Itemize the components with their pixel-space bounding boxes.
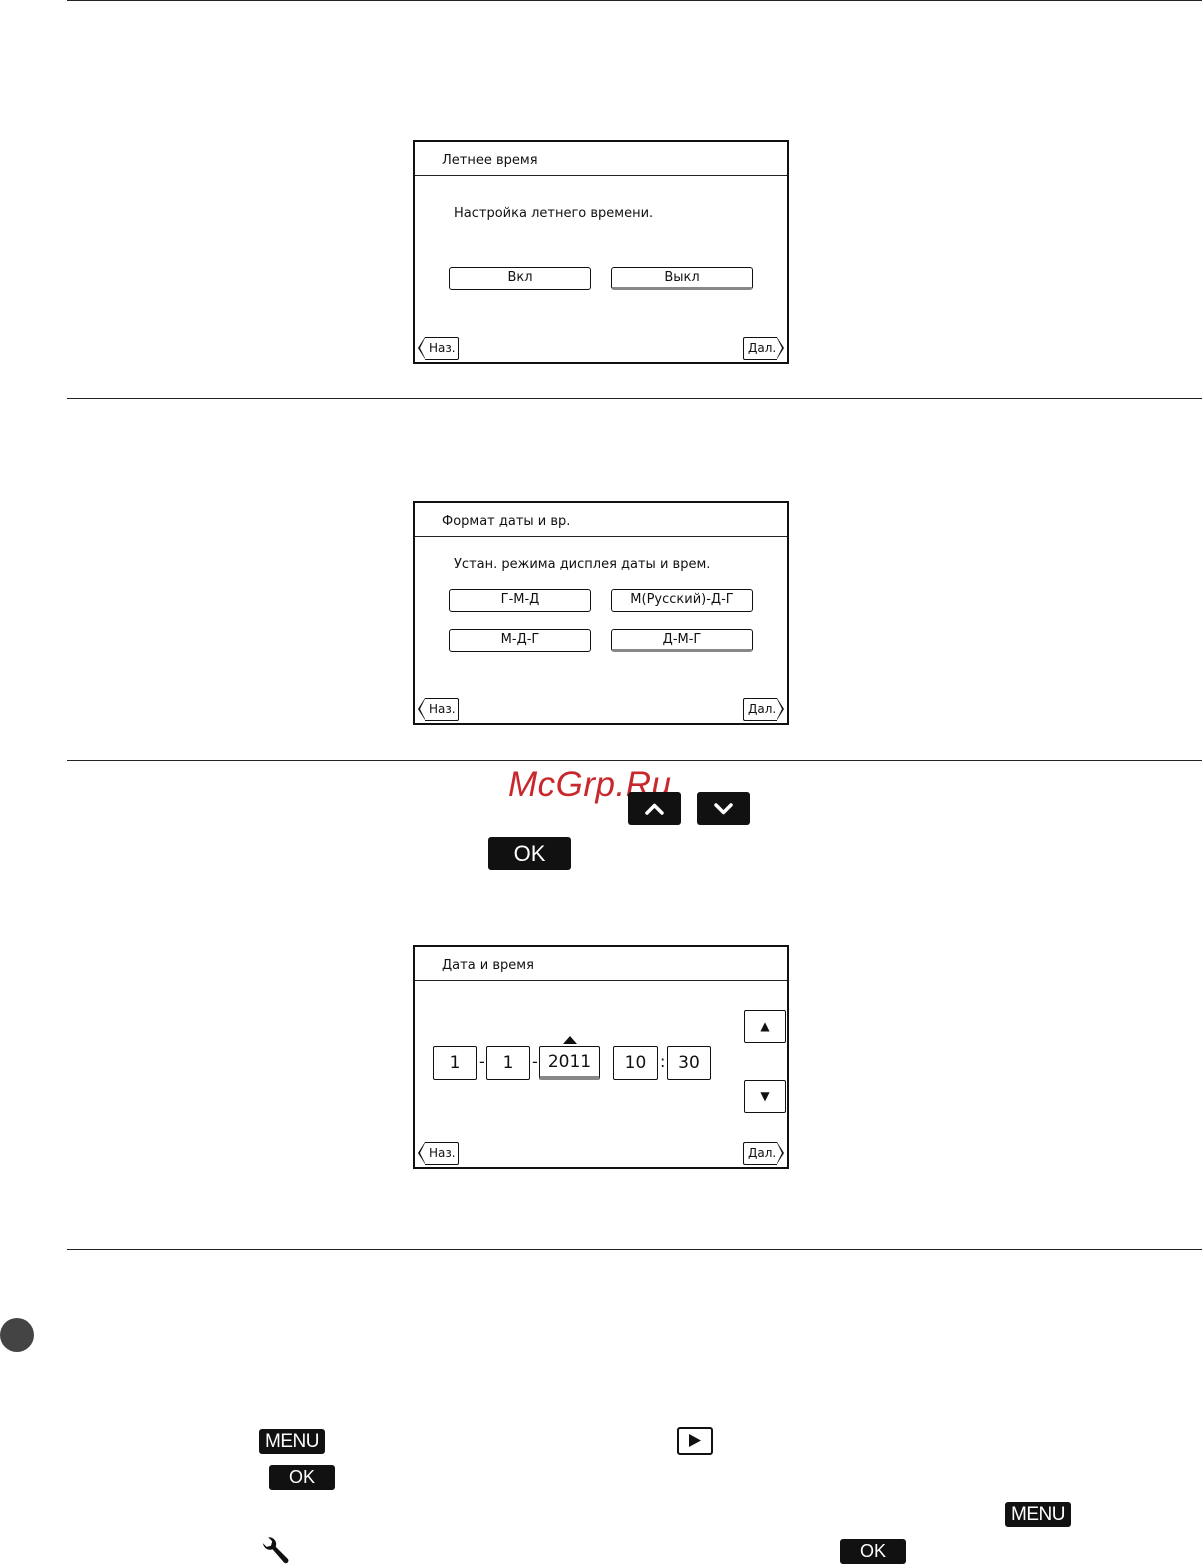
date-time-screen: Дата и время 1 - 1 - 2011 10 : 30 ▲ ▼ На… bbox=[413, 945, 789, 1169]
dst-off-button[interactable]: Выкл bbox=[611, 267, 753, 290]
year-field[interactable]: 2011 bbox=[539, 1046, 600, 1080]
back-button[interactable]: Наз. bbox=[418, 336, 459, 360]
decrement-button[interactable]: ▼ bbox=[744, 1080, 786, 1113]
menu-chip: MENU bbox=[259, 1429, 325, 1454]
format-mdy-button[interactable]: М-Д-Г bbox=[449, 629, 591, 652]
playback-button-icon bbox=[677, 1427, 713, 1455]
time-separator: : bbox=[660, 1052, 666, 1071]
chevron-up-chip bbox=[628, 792, 681, 825]
back-label: Наз. bbox=[429, 1146, 456, 1160]
date-format-title: Формат даты и вр. bbox=[415, 503, 787, 537]
date-format-prompt: Устан. режима дисплея даты и врем. bbox=[454, 557, 711, 572]
next-button[interactable]: Дал. bbox=[743, 336, 784, 360]
divider-3 bbox=[67, 1249, 1202, 1250]
format-ymd-button[interactable]: Г-М-Д bbox=[449, 589, 591, 612]
chevron-down-icon bbox=[714, 803, 733, 815]
chevron-down-chip bbox=[697, 792, 750, 825]
back-button[interactable]: Наз. bbox=[418, 1141, 459, 1165]
dst-prompt: Настройка летнего времени. bbox=[454, 206, 654, 221]
back-label: Наз. bbox=[429, 702, 456, 716]
step-marker bbox=[0, 1318, 34, 1352]
ok-chip-small: OK bbox=[269, 1465, 335, 1490]
ok-chip-small: OK bbox=[840, 1539, 906, 1564]
date-separator: - bbox=[479, 1052, 485, 1071]
next-label: Дал. bbox=[748, 1146, 777, 1160]
next-label: Дал. bbox=[748, 341, 777, 355]
minute-field[interactable]: 30 bbox=[667, 1046, 711, 1080]
format-dmy-button[interactable]: Д-М-Г bbox=[611, 629, 753, 652]
back-label: Наз. bbox=[429, 341, 456, 355]
back-button[interactable]: Наз. bbox=[418, 697, 459, 721]
hour-field[interactable]: 10 bbox=[613, 1046, 658, 1080]
wrench-icon bbox=[262, 1537, 289, 1564]
next-button[interactable]: Дал. bbox=[743, 1141, 784, 1165]
divider-1 bbox=[67, 398, 1202, 399]
dst-title: Летнее время bbox=[415, 142, 787, 176]
day-field[interactable]: 1 bbox=[433, 1046, 477, 1080]
date-time-title: Дата и время bbox=[415, 947, 787, 981]
date-format-screen: Формат даты и вр. Устан. режима дисплея … bbox=[413, 501, 789, 725]
date-separator: - bbox=[532, 1052, 538, 1071]
ok-chip: OK bbox=[488, 837, 571, 870]
format-mdy-ru-button[interactable]: М(Русский)-Д-Г bbox=[611, 589, 753, 612]
dst-screen: Летнее время Настройка летнего времени. … bbox=[413, 140, 789, 364]
play-icon bbox=[689, 1434, 701, 1447]
dst-on-button[interactable]: Вкл bbox=[449, 267, 591, 290]
chevron-up-icon bbox=[645, 803, 664, 815]
menu-chip: MENU bbox=[1005, 1502, 1071, 1527]
increment-button[interactable]: ▲ bbox=[744, 1010, 786, 1043]
selection-caret-icon bbox=[563, 1036, 577, 1044]
divider-2 bbox=[67, 760, 1202, 761]
divider-top bbox=[67, 0, 1202, 1]
month-field[interactable]: 1 bbox=[486, 1046, 530, 1080]
next-button[interactable]: Дал. bbox=[743, 697, 784, 721]
next-label: Дал. bbox=[748, 702, 777, 716]
